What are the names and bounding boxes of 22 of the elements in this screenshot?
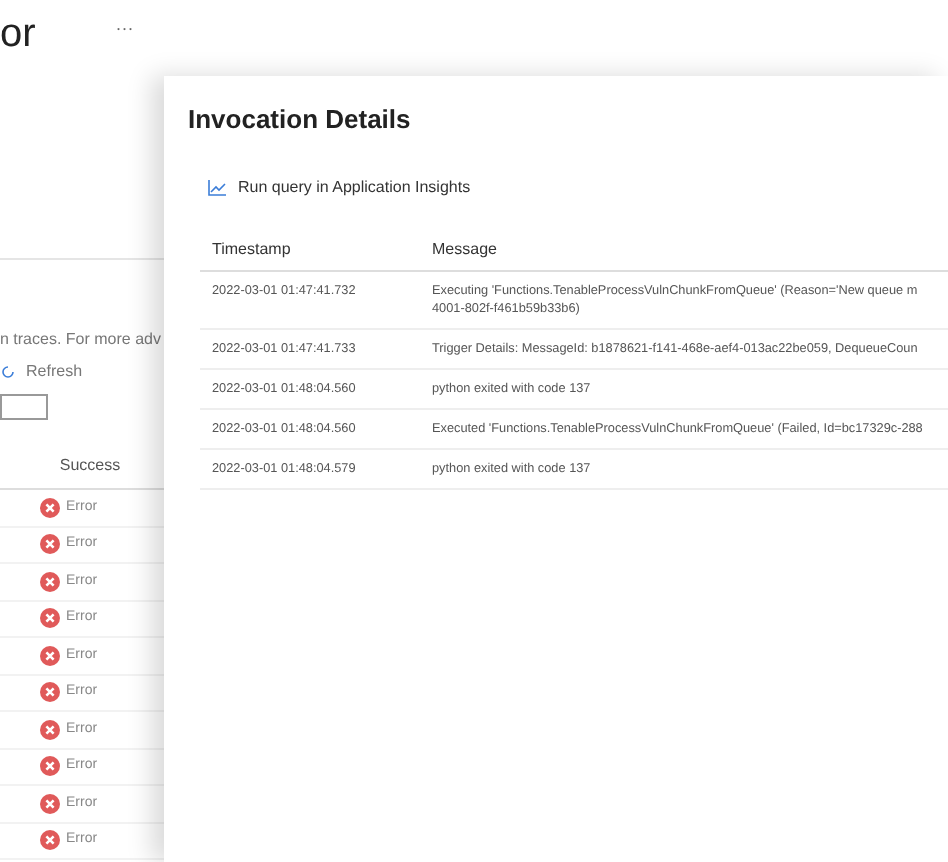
input-field[interactable] [0, 394, 48, 420]
refresh-icon [0, 364, 16, 380]
error-icon [40, 534, 60, 555]
error-icon [40, 571, 60, 592]
error-icon [40, 719, 60, 740]
refresh-button[interactable]: Refresh [0, 356, 164, 388]
error-icon [40, 793, 60, 814]
error-icon [40, 756, 60, 777]
error-icon [40, 830, 60, 851]
page-title: or [0, 10, 36, 60]
error-icon [40, 645, 60, 666]
chart-icon [208, 179, 226, 195]
info-text: n traces. For more adv [0, 328, 161, 352]
column-header: Success [59, 454, 121, 478]
run-query-link[interactable]: Run query in Application Insights [208, 175, 471, 199]
error-icon [40, 497, 60, 518]
more-button[interactable]: ··· [115, 8, 134, 48]
panel-title: Invocation Details [188, 102, 413, 138]
column-header: Message [432, 238, 497, 262]
column-header: Timestamp [212, 238, 293, 262]
error-icon [40, 608, 60, 629]
error-icon [40, 682, 60, 703]
